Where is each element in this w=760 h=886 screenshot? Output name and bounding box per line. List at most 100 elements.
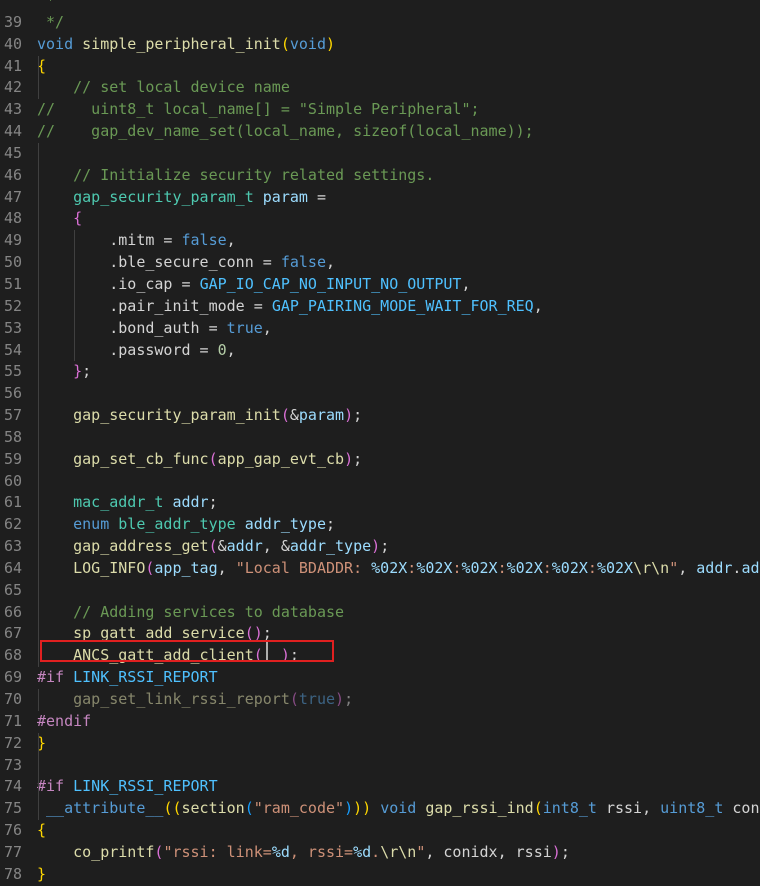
code-token: enum xyxy=(73,515,110,534)
code-line[interactable]: 75 __attribute__((section("ram_code"))) … xyxy=(0,798,760,821)
line-number: 48 xyxy=(3,209,22,228)
code-line[interactable]: 50 .ble_secure_conn = false, xyxy=(0,252,760,274)
code-token: // Adding services to database xyxy=(73,602,345,621)
line-number: 77 xyxy=(3,842,22,861)
code-line[interactable]: 73 xyxy=(0,754,760,777)
indent-guide xyxy=(38,557,39,580)
code-line[interactable]: 45 xyxy=(0,142,760,165)
code-text: #if LINK_RSSI_REPORT xyxy=(37,776,218,798)
line-number: 43 xyxy=(3,100,22,119)
indent-guide xyxy=(38,252,39,274)
indent-guide xyxy=(38,536,39,558)
indent-guide xyxy=(38,470,39,493)
line-number: 66 xyxy=(3,602,22,621)
indent-guide xyxy=(38,77,39,100)
code-text: // Initialize security related settings. xyxy=(37,165,434,187)
code-token: addr_type xyxy=(244,515,326,534)
code-token: section xyxy=(181,799,245,818)
code-line[interactable]: 65 xyxy=(0,579,760,602)
code-line[interactable]: 46 // Initialize security related settin… xyxy=(0,164,760,187)
code-line[interactable]: 43 // uint8_t local_name[] = "Simple Peri… xyxy=(0,99,760,121)
code-line[interactable]: 51 .io_cap = GAP_IO_CAP_NO_INPUT_NO_OUTP… xyxy=(0,273,760,296)
code-line[interactable]: 63 gap_address_get(&addr, &addr_type); xyxy=(0,536,760,558)
code-text: // uint8_t local_name[] = "Simple Periph… xyxy=(37,99,480,121)
code-text: mac_addr_t addr; xyxy=(37,492,218,514)
code-token: mac_addr_t xyxy=(73,493,164,512)
indent-guide xyxy=(38,514,39,537)
code-editor[interactable]: * 39 */40 void simple_peripheral_init(void… xyxy=(0,0,760,886)
code-token: ( xyxy=(244,799,254,818)
code-line[interactable]: 47 gap_security_param_t param = xyxy=(0,186,760,209)
code-line[interactable]: 48 { xyxy=(0,208,760,231)
code-line[interactable]: 74 #if LINK_RSSI_REPORT xyxy=(0,776,760,799)
code-token: void xyxy=(380,799,417,818)
code-token: %02X xyxy=(416,558,453,577)
code-line[interactable]: 61 mac_addr_t addr; xyxy=(0,492,760,515)
indent-guide xyxy=(38,55,39,78)
line-number: 78 xyxy=(3,864,22,883)
code-text: .bond_auth = true, xyxy=(37,318,272,340)
code-line[interactable]: 76 { xyxy=(0,820,760,842)
code-token: gap_set_link_rssi_report xyxy=(73,690,290,708)
code-line[interactable]: 59 gap_set_cb_func(app_gap_evt_cb); xyxy=(0,448,760,471)
code-line[interactable]: 54 .password = 0, xyxy=(0,339,760,362)
code-token: { xyxy=(37,821,47,840)
code-text: #endif xyxy=(37,711,91,733)
code-line[interactable]: 57 gap_security_param_init(&param); xyxy=(0,405,760,427)
code-line[interactable]: 41{ xyxy=(0,55,760,78)
code-line[interactable]: 55 }; xyxy=(0,361,760,384)
indent-guide xyxy=(74,273,75,296)
code-line[interactable]: 70 gap_set_link_rssi_report(true); xyxy=(0,689,760,711)
code-token: gap_address_get xyxy=(73,537,209,556)
code-token: ( xyxy=(289,690,299,708)
line-number: 54 xyxy=(3,340,22,359)
code-line[interactable]: 62 enum ble_addr_type addr_type; xyxy=(0,514,760,537)
code-line[interactable]: 60 xyxy=(0,470,760,493)
indent-guide xyxy=(38,426,39,449)
code-token: gap_security_param_t xyxy=(73,187,254,206)
code-line[interactable]: 69 #if LINK_RSSI_REPORT xyxy=(0,667,760,689)
code-token: addr xyxy=(696,558,733,577)
code-text: } xyxy=(37,864,46,886)
code-line[interactable]: 49 .mitm = false, xyxy=(0,230,760,253)
code-line[interactable]: 78} xyxy=(0,864,760,886)
code-line[interactable]: 40 void simple_peripheral_init(void) xyxy=(0,34,760,56)
code-token: addr_type xyxy=(289,537,372,556)
code-line[interactable]: 42 // set local device name xyxy=(0,77,760,100)
code-token: .pair_init_mode = xyxy=(37,296,272,315)
code-token: : xyxy=(542,558,552,577)
code-token: ) xyxy=(335,690,345,708)
code-line[interactable]: * xyxy=(0,0,760,12)
code-line[interactable]: 44 // gap_dev_name_set(local_name, sizeof… xyxy=(0,121,760,143)
code-token: true xyxy=(226,318,263,337)
code-token: ; xyxy=(82,362,92,381)
line-number: 49 xyxy=(3,231,22,250)
code-token: ; xyxy=(560,842,570,861)
indent-guide xyxy=(38,295,39,318)
code-line[interactable]: 64 LOG_INFO(app_tag, "Local BDADDR: %02X… xyxy=(0,557,760,580)
code-line[interactable]: 77 co_printf("rssi: link=%d, rssi=%d.\r\… xyxy=(0,842,760,864)
indent-guide xyxy=(38,732,39,755)
code-token: gap_rssi_ind xyxy=(425,799,534,818)
code-line[interactable]: 72} xyxy=(0,732,760,755)
code-line[interactable]: 52 .pair_init_mode = GAP_PAIRING_MODE_WA… xyxy=(0,295,760,318)
code-line[interactable]: 71 #endif xyxy=(0,711,760,733)
code-line[interactable]: 66 // Adding services to database xyxy=(0,601,760,624)
code-line[interactable]: 58 xyxy=(0,426,760,449)
code-token: "Local BDADDR: xyxy=(235,558,372,577)
text-cursor xyxy=(266,642,268,660)
code-token: false xyxy=(280,253,326,272)
code-token: #if xyxy=(37,777,65,796)
code-line[interactable]: 39 */ xyxy=(0,12,760,34)
code-text: enum ble_addr_type addr_type; xyxy=(37,514,335,536)
code-line[interactable]: 56 xyxy=(0,383,760,406)
code-token: "ram_code" xyxy=(253,799,345,818)
line-number: 45 xyxy=(3,143,22,162)
code-line[interactable]: 53 .bond_auth = true, xyxy=(0,317,760,340)
